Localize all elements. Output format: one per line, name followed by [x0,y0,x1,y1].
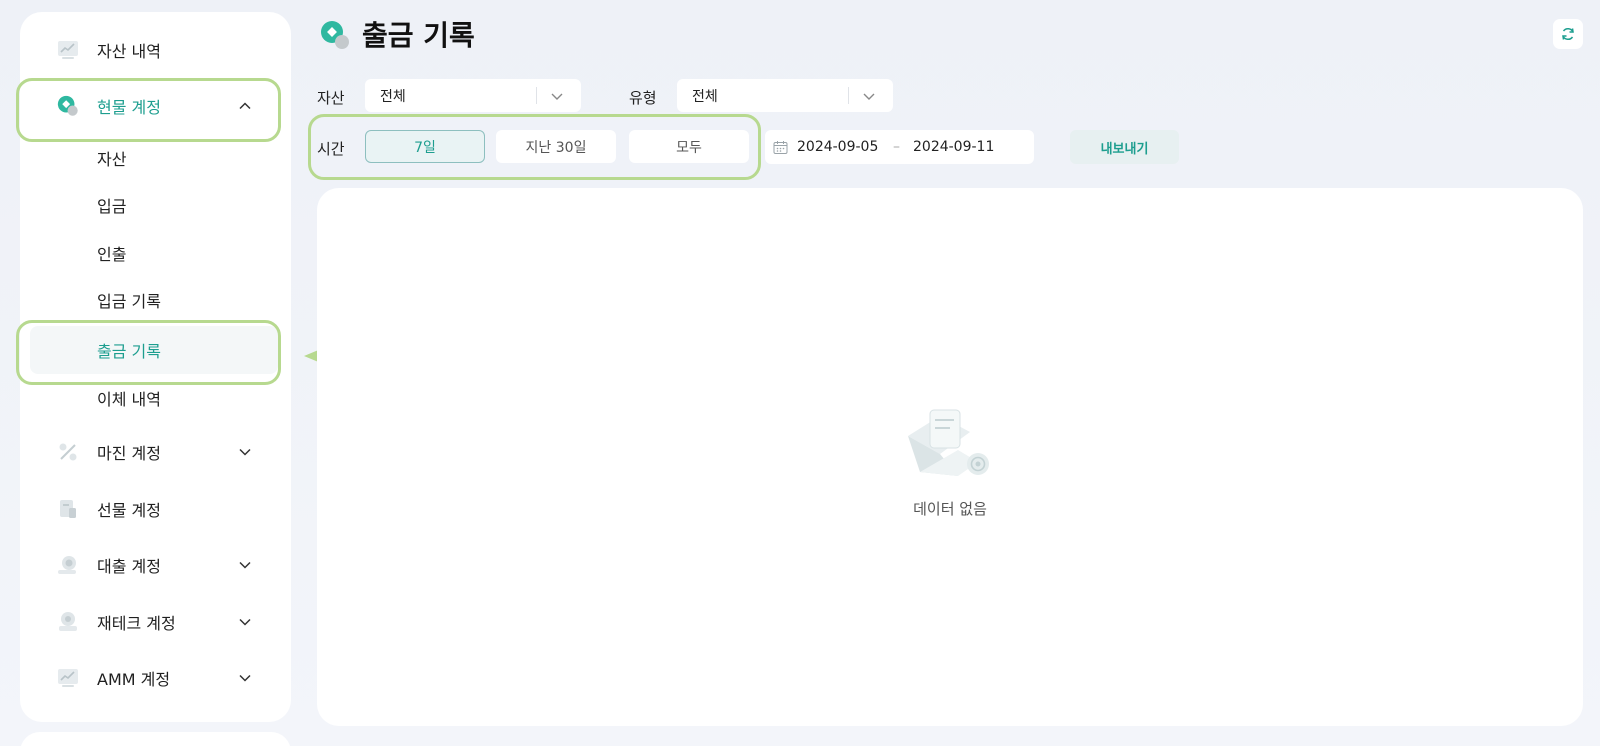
sub-item-assets[interactable]: 자산 [30,138,278,178]
loan-icon [56,553,80,577]
refresh-button[interactable] [1553,19,1583,49]
time-filter-label: 시간 [317,140,345,158]
asset-select-value: 전체 [380,88,406,105]
sidebar: 자산 내역 현물 계정 자산 입금 인출 입금 기록 출금 기록 이체 내역 마… [20,12,291,722]
date-range-picker[interactable]: 2024-09-05 – 2024-09-11 [765,130,1034,164]
sidebar-item-amm-account[interactable]: AMM 계정 [20,658,291,698]
sub-item-deposit[interactable]: 입금 [30,185,278,225]
calendar-icon [773,141,788,154]
chevron-down-icon [238,558,252,572]
sidebar-item-asset-history[interactable]: 자산 내역 [20,30,291,70]
type-filter-label: 유형 [629,89,657,107]
type-select[interactable]: 전체 [677,79,893,112]
sub-item-withdrawal-history[interactable]: 출금 기록 [30,326,278,374]
document-icon [56,497,80,521]
date-start: 2024-09-05 [797,139,879,155]
sub-item-label: 자산 [97,150,127,169]
sub-item-label: 인출 [97,245,127,264]
page-title: 출금 기록 [362,19,475,52]
empty-state-text: 데이터 없음 [913,500,987,518]
chevron-down-icon [238,615,252,629]
sidebar-item-label: 대출 계정 [97,557,161,576]
select-divider [848,87,849,104]
chevron-down-icon [863,93,875,100]
sidebar-item-futures-account[interactable]: 선물 계정 [20,489,291,529]
type-select-value: 전체 [692,88,718,105]
sidebar-item-label: 현물 계정 [97,98,161,117]
sub-item-label: 입금 기록 [97,292,161,311]
sidebar-item-label: 재테크 계정 [97,614,176,633]
sidebar-item-loan-account[interactable]: 대출 계정 [20,545,291,585]
sidebar-secondary-panel [20,732,291,746]
percent-icon [56,440,80,464]
sub-item-deposit-history[interactable]: 입금 기록 [30,280,278,320]
sidebar-item-spot-account[interactable]: 현물 계정 [20,86,291,126]
sidebar-item-label: 선물 계정 [97,501,161,520]
asset-filter-label: 자산 [317,89,345,107]
refresh-icon [1562,27,1574,41]
spot-coin-icon [56,94,80,118]
records-table-area: 데이터 없음 [317,188,1583,726]
chevron-up-icon [238,99,252,113]
time-option-7d[interactable]: 7일 [365,130,485,163]
sub-item-label: 입금 [97,197,127,216]
export-button[interactable]: 내보내기 [1070,130,1179,164]
earn-icon [56,610,80,634]
date-end: 2024-09-11 [913,139,995,155]
sidebar-item-label: AMM 계정 [97,670,171,689]
sidebar-item-label: 자산 내역 [97,42,161,61]
empty-data-illustration-icon [908,409,989,476]
time-option-30d[interactable]: 지난 30일 [496,130,616,163]
spot-coin-icon [321,21,349,49]
sub-item-transfer-history[interactable]: 이체 내역 [30,378,278,418]
sub-item-withdraw[interactable]: 인출 [30,233,278,273]
sub-item-label: 이체 내역 [97,390,161,409]
chevron-down-icon [551,93,563,100]
chevron-down-icon [238,445,252,459]
chevron-down-icon [238,671,252,685]
sidebar-item-margin-account[interactable]: 마진 계정 [20,432,291,472]
select-divider [536,87,537,104]
date-separator: – [893,139,900,155]
sidebar-item-earn-account[interactable]: 재테크 계정 [20,602,291,642]
sidebar-item-label: 마진 계정 [97,444,161,463]
sub-item-label: 출금 기록 [97,342,161,361]
asset-select[interactable]: 전체 [365,79,581,112]
chart-icon [56,666,80,690]
time-option-all[interactable]: 모두 [629,130,749,163]
chart-icon [56,38,80,62]
